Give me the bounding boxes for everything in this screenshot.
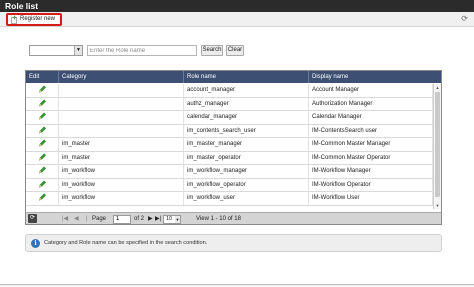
table-row[interactable]: im_master im_master_operator IM-Common Mas… (26, 151, 433, 165)
role-name-cell: im_workflow_operator (184, 178, 309, 192)
rows-per-page-select[interactable]: 10 ▼ (163, 214, 181, 224)
pencil-icon[interactable] (38, 193, 47, 202)
display-name-cell: Calendar Manager (309, 111, 433, 124)
role-table: Edit Category Role name Display name acc… (25, 70, 442, 225)
column-header-edit[interactable]: Edit (26, 71, 59, 83)
scroll-down-icon[interactable]: ▼ (434, 202, 441, 209)
toolbar: Register new ⟳ (0, 12, 474, 27)
role-name-cell: authz_manager (184, 97, 309, 111)
pencil-icon[interactable] (38, 126, 47, 134)
edit-cell[interactable] (26, 192, 59, 205)
vertical-scrollbar[interactable]: ▲ ▼ (433, 84, 441, 209)
chevron-down-icon[interactable]: ▼ (175, 215, 180, 223)
table-row[interactable]: authz_manager Authorization Manager (26, 97, 433, 111)
display-name-cell: Authorization Manager (309, 97, 433, 111)
prev-page-icon[interactable]: ◀ (74, 213, 79, 225)
category-cell (59, 111, 184, 124)
display-name-cell: IM-Workflow Manager (309, 165, 433, 178)
edit-cell[interactable] (26, 84, 59, 97)
register-new-button[interactable]: Register new (6, 13, 62, 26)
rows-per-page-value: 10 (166, 215, 173, 222)
chevron-down-icon[interactable]: ▼ (74, 46, 82, 55)
column-header-role-name[interactable]: Role name (184, 71, 309, 83)
edit-cell[interactable] (26, 151, 59, 165)
table-row[interactable]: im_master im_master_manager IM-Common Mast… (26, 138, 433, 152)
display-name-cell: IM-Common Master Operator (309, 151, 433, 165)
edit-cell[interactable] (26, 124, 59, 138)
pencil-icon[interactable] (38, 139, 47, 148)
title-bar: Role list (0, 0, 474, 12)
category-cell (59, 97, 184, 111)
pencil-icon[interactable] (38, 166, 47, 175)
role-name-cell: account_manager (184, 84, 309, 97)
role-name-cell: im_contents_search_user (184, 124, 309, 138)
column-header-category[interactable]: Category (59, 71, 184, 83)
pencil-icon[interactable] (38, 153, 47, 161)
table-body: account_manager Account Manager authz_mana… (26, 84, 433, 209)
category-cell (59, 84, 184, 97)
display-name-cell: IM-ContentsSearch user (309, 124, 433, 138)
table-row[interactable]: im_workflow im_workflow_user IM-Workflow U… (26, 192, 433, 206)
edit-cell[interactable] (26, 138, 59, 151)
category-cell: im_workflow (59, 192, 184, 205)
view-range-text: View 1 - 10 of 18 (196, 216, 241, 222)
category-cell: im_master (59, 151, 184, 165)
pencil-icon[interactable] (38, 99, 47, 107)
role-name-cell: im_workflow_manager (184, 165, 309, 178)
role-name-cell: im_master_manager (184, 138, 309, 151)
pager: ⟳ |◀ ◀ | Page of 2 ▶ ▶| 10 ▼ View 1 - 10… (26, 212, 441, 224)
edit-cell[interactable] (26, 178, 59, 192)
scrollbar-thumb[interactable] (435, 92, 440, 197)
role-name-cell: im_workflow_user (184, 192, 309, 205)
pencil-icon[interactable] (38, 112, 47, 121)
edit-cell[interactable] (26, 97, 59, 111)
register-new-label: Register new (20, 16, 56, 22)
info-icon: i (31, 239, 40, 248)
pager-separator: | (86, 216, 88, 222)
search-bar: ▼ Search Clear (29, 45, 449, 57)
last-page-icon[interactable]: ▶| (155, 213, 161, 225)
search-button[interactable]: Search (201, 45, 223, 56)
scroll-up-icon[interactable]: ▲ (434, 84, 441, 91)
page-count-label: of 2 (134, 216, 145, 222)
edit-cell[interactable] (26, 165, 59, 178)
display-name-cell: IM-Workflow User (309, 192, 433, 205)
info-message-text: Category and Role name can be specified … (44, 240, 208, 246)
refresh-icon[interactable]: ⟳ (461, 14, 468, 24)
clear-button[interactable]: Clear (226, 45, 244, 56)
role-name-cell: calendar_manager (184, 111, 309, 124)
next-page-icon[interactable]: ▶ (148, 213, 153, 225)
category-cell: im_master (59, 138, 184, 151)
display-name-cell: IM-Common Master Manager (309, 138, 433, 151)
first-page-icon[interactable]: |◀ (62, 213, 68, 225)
pencil-icon[interactable] (38, 85, 47, 94)
reload-icon[interactable]: ⟳ (28, 214, 37, 223)
table-row[interactable]: im_workflow im_workflow_operator IM-Workfl… (26, 178, 433, 192)
category-cell (59, 124, 184, 138)
role-name-search-input[interactable] (87, 45, 197, 56)
edit-cell[interactable] (26, 111, 59, 124)
column-header-display-name[interactable]: Display name (309, 71, 441, 83)
table-row[interactable]: calendar_manager Calendar Manager (26, 111, 433, 125)
category-select[interactable]: ▼ (29, 45, 83, 56)
table-header: Edit Category Role name Display name (26, 71, 441, 83)
page-title: Role list (5, 1, 39, 11)
table-row[interactable]: im_workflow im_workflow_manager IM-Workflo… (26, 165, 433, 179)
category-cell: im_workflow (59, 165, 184, 178)
page-label: Page (92, 216, 107, 222)
display-name-cell: IM-Workflow Operator (309, 178, 433, 192)
role-name-cell: im_master_operator (184, 151, 309, 165)
page-number-input[interactable] (113, 214, 131, 224)
category-cell: im_workflow (59, 178, 184, 192)
info-message: i Category and Role name can be specifie… (25, 234, 442, 252)
table-row[interactable]: im_contents_search_user IM-ContentsSearch… (26, 124, 433, 138)
pencil-icon[interactable] (38, 180, 47, 188)
table-row[interactable]: account_manager Account Manager (26, 84, 433, 98)
display-name-cell: Account Manager (309, 84, 433, 97)
add-document-icon (11, 15, 17, 24)
